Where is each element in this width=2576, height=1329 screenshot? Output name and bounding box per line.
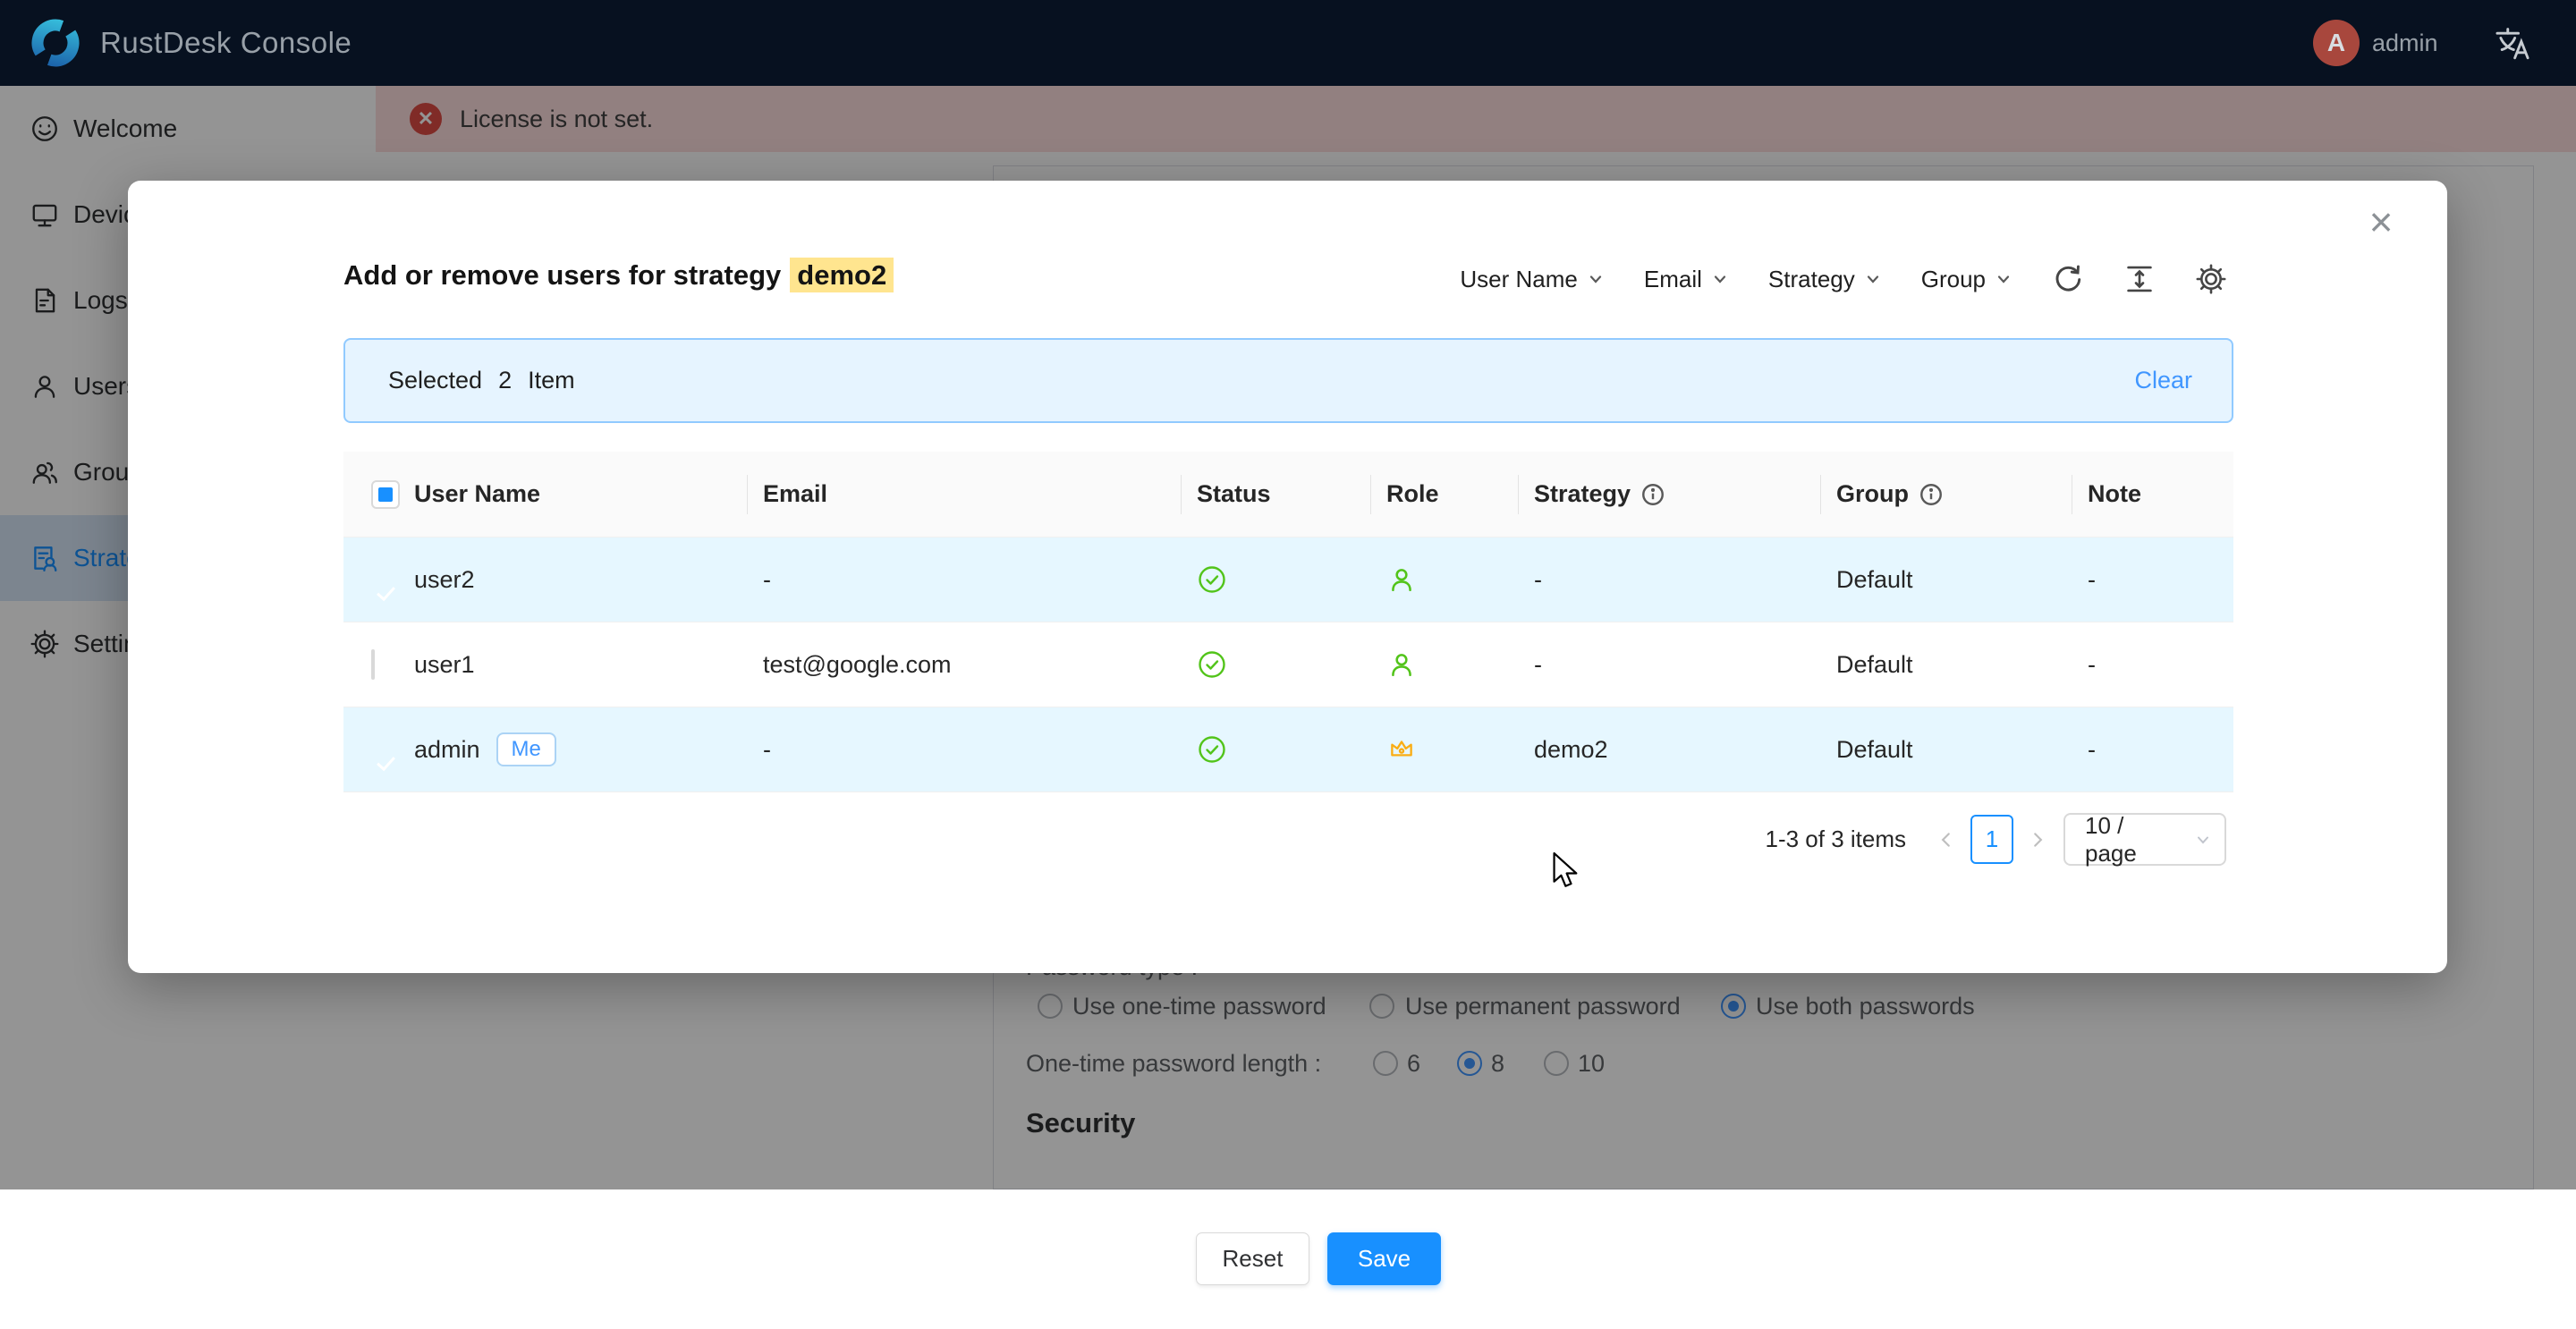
cell-email: test@google.com — [759, 651, 1193, 679]
cell-strategy: demo2 — [1530, 736, 1833, 764]
cell-email: - — [759, 736, 1193, 764]
cell-group: Default — [1833, 736, 2084, 764]
cell-user-name: user2 — [411, 566, 759, 594]
cell-user-name: admin — [414, 736, 480, 764]
column-height-icon[interactable] — [2123, 263, 2156, 295]
status-enabled-icon — [1193, 649, 1383, 680]
col-header-label: Strategy — [1534, 480, 1631, 508]
modal-title-prefix: Add or remove users for strategy — [343, 259, 781, 291]
filter-label: Group — [1921, 266, 1986, 293]
filter-email[interactable]: Email — [1644, 266, 1729, 293]
page-size-select[interactable]: 10 / page — [2063, 813, 2226, 866]
table-row[interactable]: user1 test@google.com - Default - — [343, 622, 2233, 707]
filter-label: Email — [1644, 266, 1702, 293]
me-badge: Me — [496, 732, 556, 766]
clear-selection-link[interactable]: Clear — [2134, 367, 2192, 394]
role-user-icon — [1383, 564, 1530, 595]
users-table: User Name Email Status Role Strategy Gro… — [343, 452, 2233, 792]
mouse-cursor — [1552, 851, 1582, 891]
cell-email: - — [759, 566, 1193, 594]
selected-label: Selected — [388, 367, 482, 394]
cell-note: - — [2084, 736, 2233, 764]
add-remove-users-modal: × Add or remove users for strategydemo2 … — [128, 181, 2447, 973]
col-header-email: Email — [759, 452, 1193, 537]
modal-title: Add or remove users for strategy demo2 — [343, 259, 894, 292]
avatar[interactable]: A — [2313, 20, 2360, 66]
col-header-group: Group — [1833, 452, 2084, 537]
col-header-strategy: Strategy — [1530, 452, 1833, 537]
selection-summary-bar: Selected 2 Item Clear — [343, 338, 2233, 423]
reset-button[interactable]: Reset — [1196, 1232, 1309, 1285]
gear-icon[interactable] — [2195, 263, 2227, 295]
cell-group: Default — [1833, 651, 2084, 679]
cell-strategy: - — [1530, 566, 1833, 594]
page-footer: Reset Save — [0, 1189, 2576, 1329]
next-page-icon[interactable] — [2028, 830, 2047, 850]
pagination: 1-3 of 3 items 1 10 / page — [1765, 813, 2226, 866]
chevron-down-icon — [2194, 831, 2212, 849]
header-username[interactable]: admin — [2372, 0, 2438, 86]
page-number-current[interactable]: 1 — [1970, 815, 2013, 864]
role-user-icon — [1383, 649, 1530, 680]
save-button[interactable]: Save — [1327, 1232, 1441, 1285]
role-admin-crown-icon — [1383, 734, 1530, 765]
info-icon[interactable] — [1641, 483, 1665, 506]
col-header-status: Status — [1193, 452, 1383, 537]
strategy-name-highlight: demo2 — [790, 258, 894, 292]
table-header-row: User Name Email Status Role Strategy Gro… — [343, 452, 2233, 538]
translate-icon[interactable] — [2494, 25, 2531, 63]
screen: RustDesk Console A admin Welcome — [0, 0, 2576, 1329]
col-header-user-name: User Name — [411, 452, 759, 537]
chevron-down-icon — [1711, 270, 1729, 288]
chevron-down-icon — [1587, 270, 1605, 288]
filter-label: Strategy — [1768, 266, 1855, 293]
cell-note: - — [2084, 566, 2233, 594]
app-header: RustDesk Console A admin — [0, 0, 2576, 86]
prev-page-icon[interactable] — [1936, 830, 1956, 850]
row-checkbox[interactable] — [371, 649, 375, 680]
table-row[interactable]: user2 - - Default - — [343, 538, 2233, 622]
selected-item-label: Item — [528, 367, 575, 394]
close-icon[interactable]: × — [2360, 200, 2402, 243]
col-header-label: Group — [1836, 480, 1909, 508]
cell-note: - — [2084, 651, 2233, 679]
app-title: RustDesk Console — [100, 0, 352, 86]
info-icon[interactable] — [1919, 483, 1943, 506]
page-size-value: 10 / page — [2085, 812, 2180, 868]
table-row[interactable]: admin Me - demo2 Default - — [343, 707, 2233, 792]
avatar-letter: A — [2327, 29, 2345, 57]
chevron-down-icon — [1864, 270, 1882, 288]
cell-group: Default — [1833, 566, 2084, 594]
refresh-icon[interactable] — [2052, 263, 2084, 295]
filter-strategy[interactable]: Strategy — [1768, 266, 1882, 293]
status-enabled-icon — [1193, 734, 1383, 765]
pagination-total: 1-3 of 3 items — [1765, 825, 1906, 853]
cell-user-name: user1 — [411, 651, 759, 679]
rustdesk-logo-icon — [27, 14, 84, 72]
selected-count: 2 — [498, 367, 512, 394]
col-header-role: Role — [1383, 452, 1530, 537]
chevron-down-icon — [1995, 270, 2012, 288]
select-all-checkbox[interactable] — [371, 480, 400, 509]
cell-strategy: - — [1530, 651, 1833, 679]
filter-bar: User Name Email Strategy Group — [1460, 263, 2227, 295]
col-header-note: Note — [2084, 452, 2233, 537]
status-enabled-icon — [1193, 564, 1383, 595]
filter-group[interactable]: Group — [1921, 266, 2012, 293]
filter-user-name[interactable]: User Name — [1460, 266, 1604, 293]
filter-label: User Name — [1460, 266, 1577, 293]
